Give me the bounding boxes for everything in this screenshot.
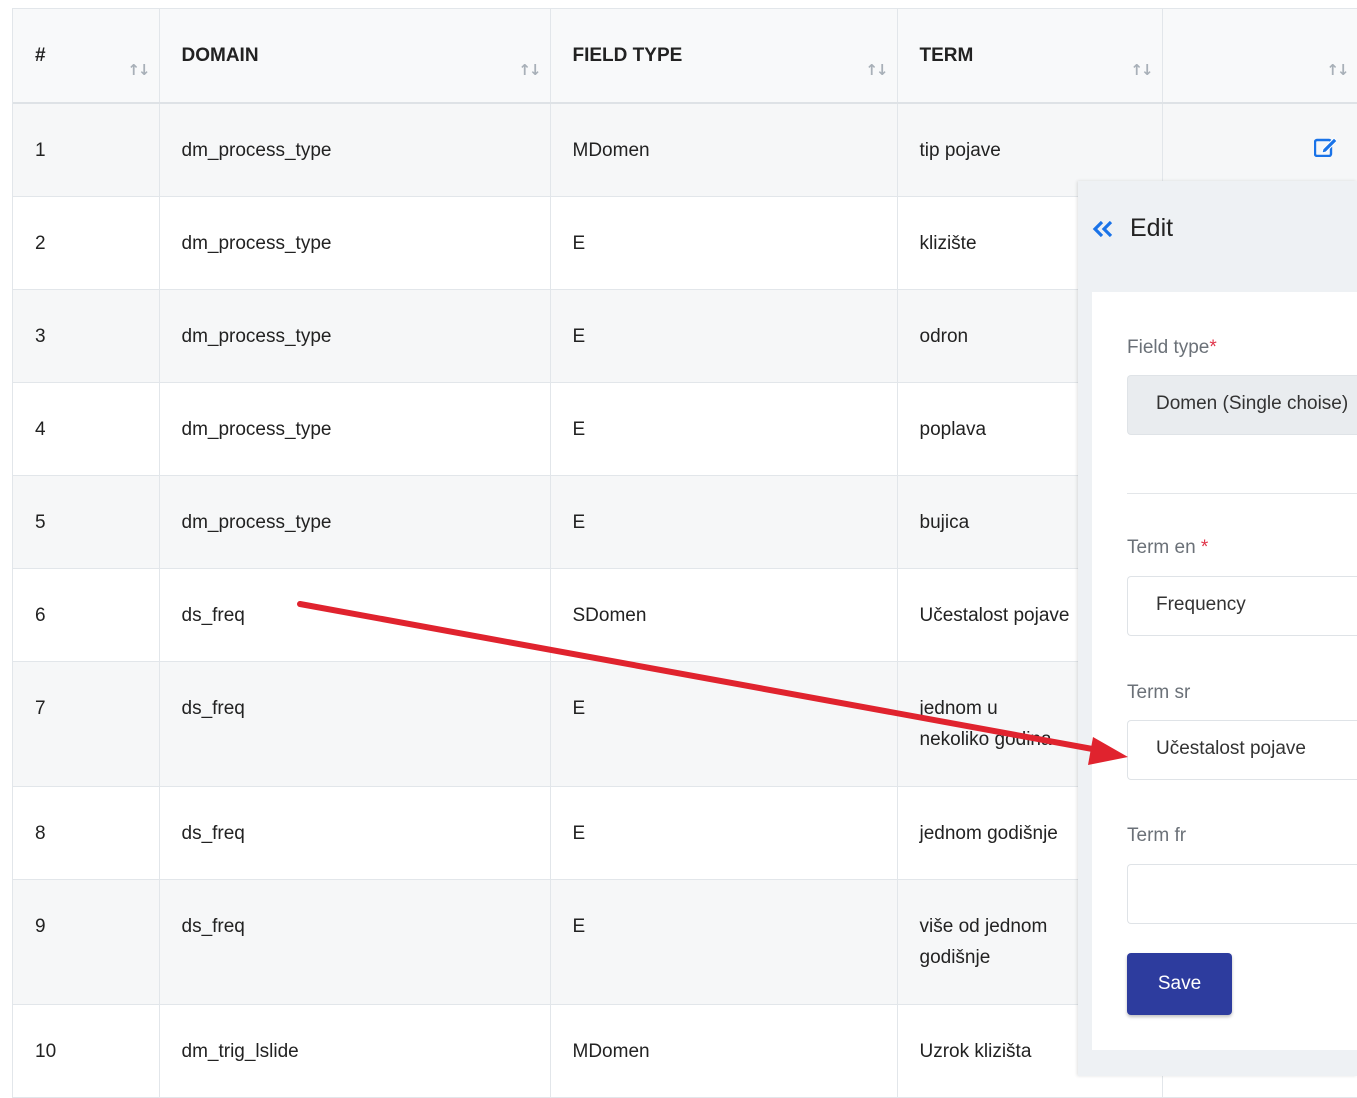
cell-term-text: klizište [919,232,977,254]
cell-field-type: E [550,382,898,476]
column-header-number[interactable]: # ↑↓ [13,9,160,104]
column-header-label: # [35,45,46,66]
cell-domain: dm_process_type [159,103,551,197]
cell-domain: dm_process_type [159,196,551,290]
sort-arrows-icon[interactable]: ↑↓ [865,61,888,79]
cell-number: 8 [13,786,160,880]
column-header-field-type[interactable]: FIELD TYPE ↑↓ [550,9,898,104]
column-header-domain[interactable]: DOMAIN ↑↓ [159,9,551,104]
cell-term-text: poplava [919,418,987,440]
cell-domain: dm_process_type [159,382,551,476]
save-button[interactable]: Save [1127,953,1232,1015]
required-mark: * [1200,537,1209,558]
cell-term-text: jednom u nekoliko godina [919,697,1052,750]
cell-field-type: E [550,786,898,880]
sort-arrows-icon[interactable]: ↑↓ [127,61,150,79]
cell-domain: ds_freq [159,879,551,1005]
sort-arrows-icon[interactable]: ↑↓ [1326,61,1349,79]
term-sr-label: Term sr [1127,682,1191,703]
form-divider [1127,493,1357,494]
cell-field-type: E [550,196,898,290]
cell-term-text: odron [919,325,969,347]
cell-field-type: E [550,661,898,787]
cell-domain: dm_trig_lslide [159,1004,551,1098]
edit-icon[interactable] [1313,135,1338,167]
term-en-label: Term en * [1127,537,1208,559]
cell-domain: dm_process_type [159,289,551,383]
cell-field-type: MDomen [550,103,898,197]
cell-field-type: SDomen [550,568,898,662]
cell-domain: ds_freq [159,661,551,787]
cell-number: 1 [13,103,160,197]
edit-panel-header: Edit [1078,181,1357,291]
cell-number: 10 [13,1004,160,1098]
edit-panel-title: Edit [1130,214,1174,242]
term-en-input[interactable]: Frequency [1127,576,1357,636]
cell-term-text: Učestalost pojave [919,604,1070,626]
cell-domain: dm_process_type [159,475,551,569]
cell-field-type: E [550,879,898,1005]
field-type-label: Field type* [1127,337,1217,359]
cell-number: 7 [13,661,160,787]
cell-domain: ds_freq [159,786,551,880]
field-type-select[interactable]: Domen (Single choise) [1127,375,1357,435]
cell-number: 5 [13,475,160,569]
cell-number: 6 [13,568,160,662]
field-type-label-text: Field type [1127,337,1210,358]
term-sr-input[interactable]: Učestalost pojave [1127,720,1357,780]
required-mark: * [1209,337,1217,358]
cell-domain: ds_freq [159,568,551,662]
edit-form: Field type* Domen (Single choise) Term e… [1092,292,1357,1050]
cell-term-text: tip pojave [919,140,1001,161]
cell-term-text: Uzrok klizišta [919,1040,1032,1062]
cell-field-type: E [550,289,898,383]
cell-term-text: više od jednom godišnje [919,915,1048,968]
cell-number: 3 [13,289,160,383]
table-header-row: # ↑↓ DOMAIN ↑↓ FIELD TYPE ↑↓ TERM ↑↓ ↑↓ [13,9,1357,104]
cell-number: 4 [13,382,160,476]
double-chevron-left-icon[interactable] [1092,220,1114,242]
sort-arrows-icon[interactable]: ↑↓ [518,61,541,79]
column-header-term[interactable]: TERM ↑↓ [897,9,1163,104]
cell-field-type: MDomen [550,1004,898,1098]
column-header-actions[interactable]: ↑↓ [1162,9,1357,104]
term-fr-label: Term fr [1127,825,1187,846]
column-header-label: FIELD TYPE [572,45,683,66]
cell-field-type: E [550,475,898,569]
edit-panel: Edit Field type* Domen (Single choise) T… [1078,181,1357,1076]
sort-arrows-icon[interactable]: ↑↓ [1130,61,1153,79]
term-en-label-text: Term en [1127,537,1196,558]
cell-number: 2 [13,196,160,290]
column-header-label: DOMAIN [181,45,259,66]
cell-term-text: jednom godišnje [919,822,1058,844]
cell-number: 9 [13,879,160,1005]
cell-term-text: bujica [919,511,970,533]
column-header-label: TERM [919,45,974,66]
term-fr-input[interactable] [1127,864,1357,924]
